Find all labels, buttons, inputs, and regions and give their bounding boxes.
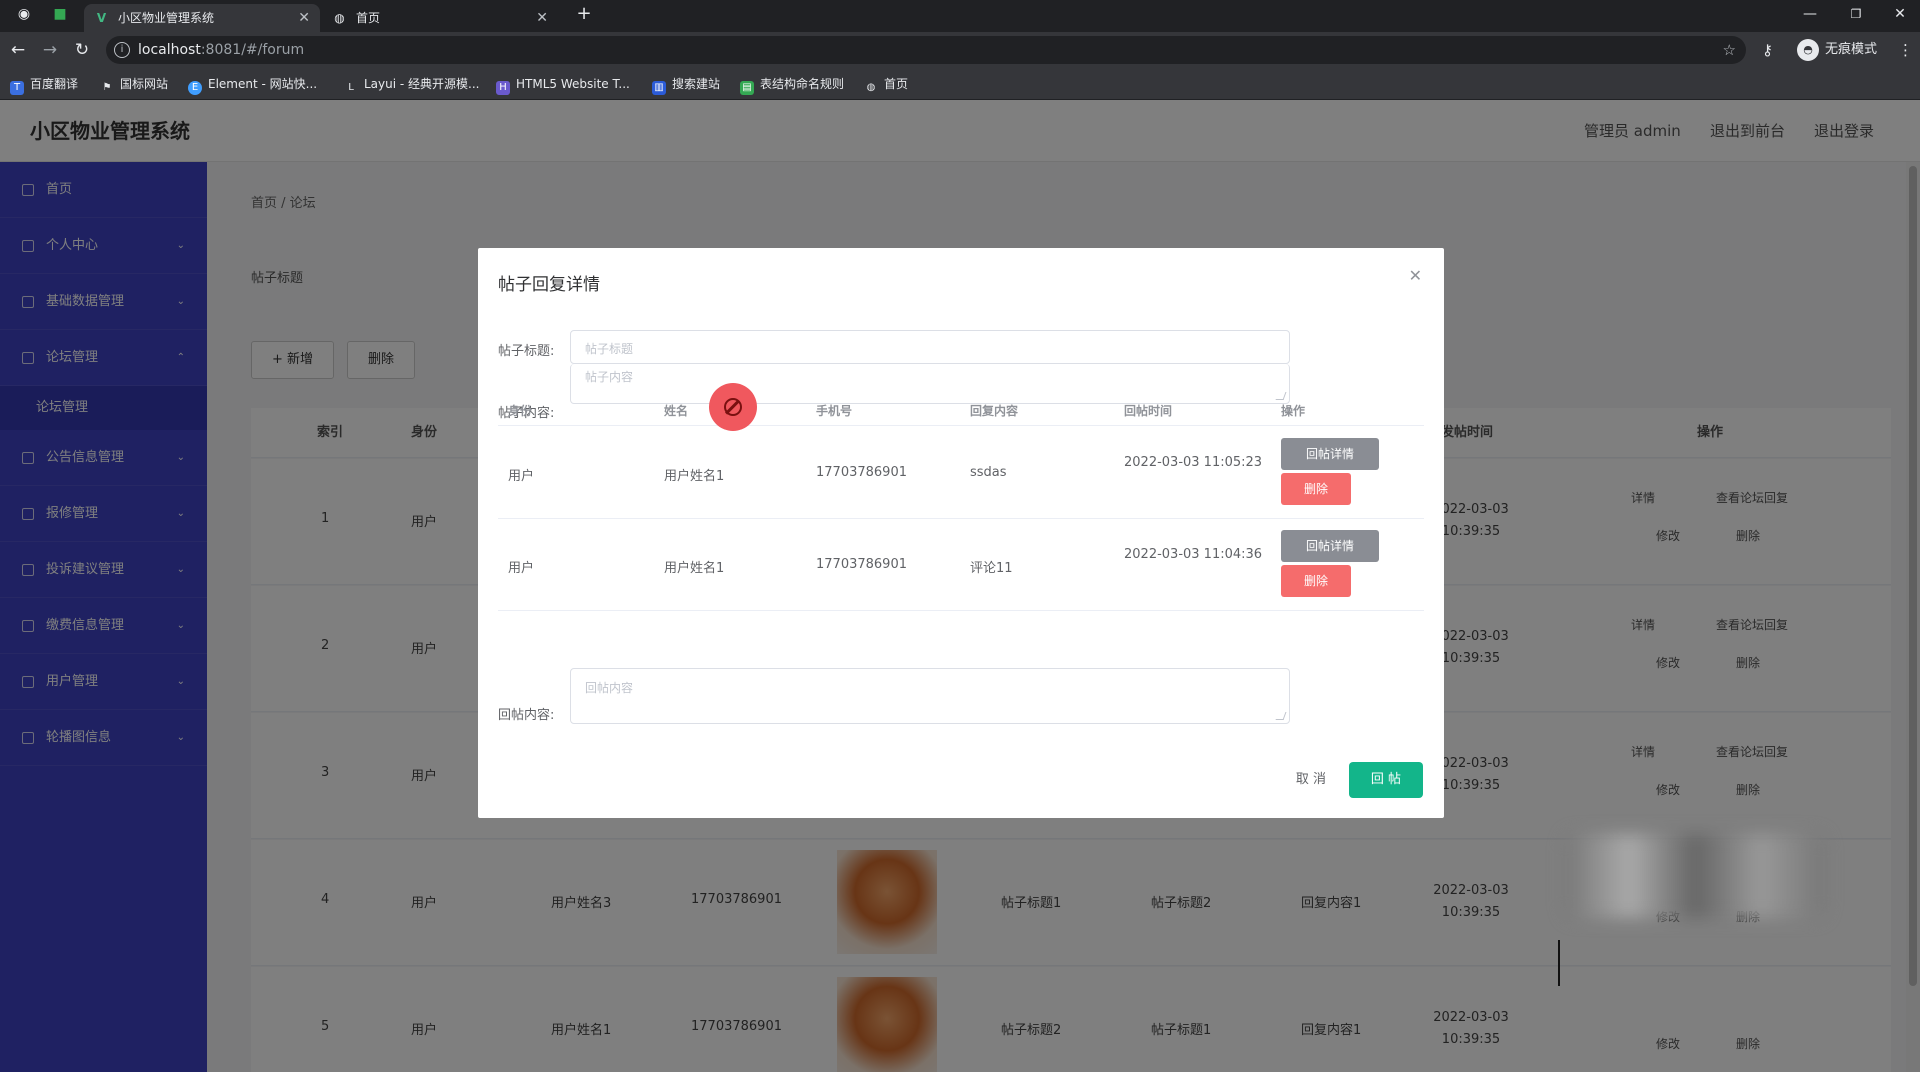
incognito-indicator[interactable]: ◓ 无痕模式 [1797,38,1877,62]
text-cursor [1558,940,1564,986]
bookmarks-bar: T 百度翻译 ⚑ 国标网站 E Element - 网站快... L Layui - 经… [0,68,1920,100]
dialog-title: 帖子回复详情 [498,275,600,295]
element-icon: E [188,81,202,95]
bookmark-item[interactable]: E Element - 网站快... [188,68,317,100]
reply-content-placeholder: 回帖内容 [585,681,634,695]
chart-icon: ▥ [652,81,666,95]
close-tab-icon[interactable]: ✕ [536,4,548,32]
reply-delete-button[interactable]: 删除 [1281,473,1351,505]
reload-icon[interactable]: ↻ [70,38,94,62]
minimize-icon[interactable]: — [1790,0,1830,28]
reply-role: 用户 [508,561,535,576]
key-icon[interactable]: ⚷ [1762,38,1773,62]
column-header: 手机号 [816,404,853,418]
reply-name: 用户姓名1 [664,469,725,484]
tab-search-icon[interactable]: ■ [40,0,80,28]
reply-table-header: 身份 姓名 手机号 回复内容 回帖时间 操作 [498,396,1424,426]
close-window-icon[interactable]: ✕ [1880,0,1920,28]
post-title-input[interactable]: 帖子标题 [570,330,1290,364]
reply-detail-dialog: 帖子回复详情 ✕ 帖子标题: 帖子标题 帖子内容: 帖子内容 身份 姓名 手机号… [478,248,1444,818]
submit-reply-button[interactable]: 回 帖 [1349,762,1423,798]
bookmark-item[interactable]: ▥ 搜索建站 [652,68,720,100]
reply-detail-button[interactable]: 回帖详情 [1281,530,1379,562]
translate-icon: T [10,81,24,95]
vue-favicon-icon: V [96,11,107,25]
reply-row: 用户 用户姓名1 17703786901 ssdas 2022-03-03 11… [498,427,1424,519]
not-allowed-icon [724,398,742,416]
reply-content: 评论11 [970,561,1013,576]
column-header: 回帖时间 [1124,404,1173,418]
doc-icon: ▤ [740,81,754,95]
bookmark-item[interactable]: ⚑ 国标网站 [100,68,169,100]
browser-tab-bar: ◉ ■ V 小区物业管理系统 ✕ ◍ 首页 ✕ + — ❐ ✕ [0,0,1920,32]
tab-active[interactable]: V 小区物业管理系统 ✕ [84,4,320,32]
url-text[interactable]: localhost:8081/#/forum [138,36,304,64]
reply-detail-button[interactable]: 回帖详情 [1281,438,1379,470]
tab-label: 首页 [356,11,381,25]
column-header: 姓名 [664,404,689,418]
reply-phone: 17703786901 [816,557,907,572]
blurred-region [1565,834,1825,918]
reply-content: ssdas [970,465,1007,480]
html5-icon: H [496,81,510,95]
reply-content-textarea[interactable]: 回帖内容 [570,668,1290,724]
flag-icon: ⚑ [102,82,112,93]
click-indicator [709,383,757,431]
reply-role: 用户 [508,469,535,484]
reply-content-label: 回帖内容: [498,708,555,723]
layui-icon: L [348,82,354,93]
browser-menu-icon[interactable]: ⋮ [1898,38,1913,62]
post-title-placeholder: 帖子标题 [585,342,634,356]
reply-time: 2022-03-03 11:05:23 [1124,455,1263,470]
reply-phone: 17703786901 [816,465,907,480]
address-bar[interactable]: i localhost:8081/#/forum ☆ [106,36,1746,64]
post-content-placeholder: 帖子内容 [585,370,634,384]
cancel-button[interactable]: 取 消 [1283,762,1339,798]
app-root: ◉ ■ V 小区物业管理系统 ✕ ◍ 首页 ✕ + — ❐ ✕ ← → ↻ i … [0,0,1920,1072]
close-icon[interactable]: ✕ [1409,266,1422,285]
reply-time: 2022-03-03 11:04:36 [1124,547,1263,562]
bookmark-item[interactable]: H HTML5 Website T... [496,68,630,100]
bookmark-star-icon[interactable]: ☆ [1723,36,1736,64]
new-tab-icon[interactable]: + [564,0,604,28]
reply-delete-button[interactable]: 删除 [1281,565,1351,597]
column-header: 操作 [1281,404,1306,418]
site-info-icon[interactable]: i [114,42,130,58]
bookmark-item[interactable]: ▤ 表结构命名规则 [740,68,844,100]
bookmark-item[interactable]: T 百度翻译 [10,68,78,100]
globe-icon: ◍ [866,82,876,93]
column-header: 回复内容 [970,404,1019,418]
bookmark-item[interactable]: ◍ 首页 [864,68,908,100]
resize-handle[interactable] [1275,712,1287,720]
back-icon[interactable]: ← [6,38,30,62]
tab-inactive[interactable]: ◍ 首页 ✕ [322,4,558,32]
forward-icon[interactable]: → [38,38,62,62]
reply-row: 用户 用户姓名1 17703786901 评论11 2022-03-03 11:… [498,519,1424,611]
column-header: 身份 [508,404,533,418]
globe-favicon-icon: ◍ [334,11,345,25]
tab-label: 小区物业管理系统 [118,11,215,25]
bookmark-item[interactable]: L Layui - 经典开源模... [344,68,479,100]
browser-toolbar: ← → ↻ i localhost:8081/#/forum ☆ ⚷ ◓ 无痕模式… [0,32,1920,68]
reply-name: 用户姓名1 [664,561,725,576]
restore-icon[interactable]: ❐ [1836,0,1876,28]
post-title-label: 帖子标题: [498,344,555,359]
browser-app-icon[interactable]: ◉ [4,0,44,28]
incognito-icon: ◓ [1797,38,1819,61]
close-tab-icon[interactable]: ✕ [298,4,310,32]
